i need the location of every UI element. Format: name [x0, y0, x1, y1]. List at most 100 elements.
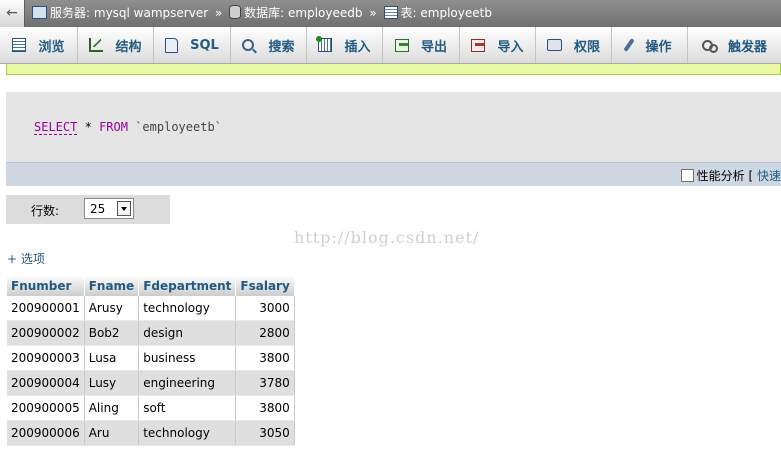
table-cell: 200900006: [7, 420, 85, 446]
browse-icon: [12, 38, 27, 52]
table-row[interactable]: 200900006 Aru technology 3050: [7, 420, 295, 446]
tab-privileges[interactable]: 权限: [536, 27, 612, 63]
tab-operations[interactable]: 操作: [612, 27, 688, 63]
breadcrumb-bar: ← 服务器: mysql wampserver » 数据库: employeed…: [0, 0, 781, 27]
table-cell: 200900002: [7, 320, 85, 346]
table-cell: 3800: [235, 345, 295, 371]
column-header-fsalary[interactable]: Fsalary: [235, 275, 295, 296]
column-header-fnumber[interactable]: Fnumber: [7, 275, 85, 296]
tab-label: 导出: [420, 39, 447, 55]
insert-icon: [316, 36, 333, 52]
table-cell: 3000: [235, 296, 295, 321]
table-row[interactable]: 200900005 Aling soft 3800: [7, 395, 295, 421]
table-cell: 3800: [235, 395, 295, 421]
tab-label: 结构: [115, 39, 142, 55]
profiling-bracket: [: [748, 169, 754, 183]
search-icon: [242, 39, 255, 51]
breadcrumb-table-value: employeetb: [420, 6, 492, 20]
table-icon: [383, 6, 398, 19]
tab-triggers[interactable]: 触发器: [688, 27, 781, 63]
rows-select-value: 25: [90, 202, 106, 216]
table-cell: technology: [138, 420, 237, 446]
options-link[interactable]: + 选项: [7, 250, 45, 267]
table-header-row: Fnumber Fname Fdepartment Fsalary: [7, 275, 295, 296]
table-cell: 200900005: [7, 395, 85, 421]
table-cell: design: [138, 320, 237, 346]
operations-icon: [623, 38, 636, 52]
rows-label: 行数:: [31, 204, 60, 218]
table-cell: Bob2: [84, 320, 140, 346]
sql-query: SELECT * FROM `employeetb`: [34, 120, 222, 135]
watermark: http://blog.csdn.net/: [294, 228, 480, 247]
tab-sql[interactable]: SQL: [154, 27, 231, 63]
tab-label: 搜索: [268, 39, 295, 55]
tab-import[interactable]: 导入: [460, 27, 536, 63]
tab-label: 权限: [573, 39, 600, 55]
sql-toolbar: 性能分析 [ 快速: [6, 162, 781, 186]
tab-search[interactable]: 搜索: [231, 27, 307, 63]
tab-label: 触发器: [727, 39, 767, 55]
table-cell: technology: [138, 296, 237, 321]
sql-keyword-select[interactable]: SELECT: [34, 120, 78, 135]
table-cell: Lusa: [84, 345, 140, 371]
table-row[interactable]: 200900004 Lusy engineering 3780: [7, 370, 295, 396]
table-cell: Arusy: [84, 296, 140, 321]
breadcrumb-table-label: 表:: [400, 6, 417, 20]
table-cell: 200900003: [7, 345, 85, 371]
sql-table-name: `employeetb`: [135, 120, 222, 134]
profiling-label: 性能分析: [696, 169, 745, 183]
privileges-icon: [546, 39, 562, 51]
table-cell: 200900004: [7, 370, 85, 396]
triggers-icon: [701, 39, 718, 53]
table-cell: soft: [138, 395, 237, 421]
tab-label: 浏览: [38, 39, 65, 55]
database-icon: [229, 5, 242, 19]
tab-label: 导入: [497, 39, 524, 55]
table-cell: 3050: [235, 420, 295, 446]
tab-browse[interactable]: 浏览: [0, 27, 78, 63]
sql-star: *: [84, 120, 92, 134]
table-cell: engineering: [138, 370, 237, 396]
sql-keyword-from: FROM: [99, 120, 128, 134]
breadcrumb-table[interactable]: 表: employeetb: [383, 0, 492, 27]
table-cell: Lusy: [84, 370, 140, 396]
server-icon: [32, 6, 47, 19]
breadcrumb-database-label: 数据库:: [244, 6, 285, 20]
tab-export[interactable]: 导出: [383, 27, 460, 63]
breadcrumb-database[interactable]: 数据库: employeedb: [229, 0, 363, 27]
tab-label: 插入: [344, 39, 371, 55]
table-row[interactable]: 200900003 Lusa business 3800: [7, 345, 295, 371]
column-header-fname[interactable]: Fname: [84, 275, 140, 296]
profiling-control: 性能分析 [ 快速: [680, 167, 781, 184]
structure-icon: [89, 38, 104, 52]
breadcrumb-database-value: employeedb: [288, 6, 363, 20]
table-cell: Aru: [84, 420, 140, 446]
table-cell: 2800: [235, 320, 295, 346]
back-arrow-icon[interactable]: ←: [0, 0, 25, 27]
profiling-checkbox[interactable]: [680, 169, 694, 182]
table-row[interactable]: 200900001 Arusy technology 3000: [7, 296, 295, 321]
column-header-fdepartment[interactable]: Fdepartment: [138, 275, 237, 296]
tab-insert[interactable]: 插入: [307, 27, 383, 63]
rows-control: 行数: 25: [6, 195, 170, 224]
import-icon: [471, 38, 486, 52]
tab-toolbar: 浏览 结构 SQL 搜索 插入 导出 导入 权限 操作 触发器: [0, 27, 781, 64]
tab-label: SQL: [190, 37, 219, 53]
results-table: Fnumber Fname Fdepartment Fsalary 200900…: [7, 275, 295, 446]
tab-structure[interactable]: 结构: [78, 27, 154, 63]
chevron-down-icon[interactable]: [117, 201, 131, 216]
breadcrumb: 服务器: mysql wampserver » 数据库: employeedb …: [32, 0, 492, 27]
breadcrumb-server-label: 服务器:: [50, 6, 91, 20]
breadcrumb-server[interactable]: 服务器: mysql wampserver: [32, 0, 208, 27]
tab-label: 操作: [645, 39, 672, 55]
breadcrumb-server-value: mysql wampserver: [93, 6, 209, 20]
breadcrumb-separator: »: [369, 6, 377, 20]
breadcrumb-separator: »: [214, 6, 223, 20]
table-row[interactable]: 200900002 Bob2 design 2800: [7, 320, 295, 346]
success-message: [6, 64, 781, 75]
export-icon: [394, 38, 409, 52]
table-cell: Aling: [84, 395, 140, 421]
sql-icon: [165, 37, 179, 53]
quick-edit-link[interactable]: 快速: [757, 169, 781, 183]
rows-select[interactable]: 25: [84, 198, 134, 219]
